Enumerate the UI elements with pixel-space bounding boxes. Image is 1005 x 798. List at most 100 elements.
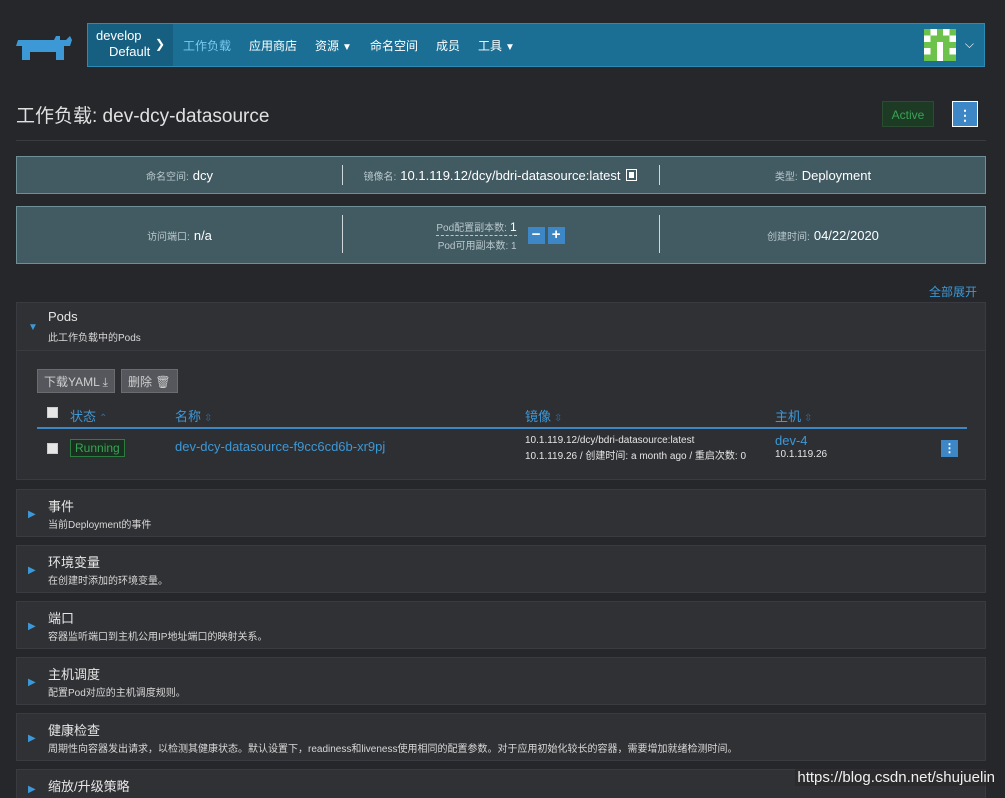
configured-replicas-value: 1 (509, 219, 517, 234)
namespace-label: 命名空间: (145, 171, 189, 183)
column-header-status[interactable]: 状态 ⌃ (70, 406, 107, 425)
nav-item-label: 成员 (435, 38, 460, 53)
health-check-section[interactable]: ▶ 健康检查 周期性向容器发出请求，以检测其健康状态。默认设置下，readine… (16, 713, 986, 761)
cluster-project-selector[interactable]: develop Default ❯ (88, 24, 173, 66)
created-label: 创建时间: (767, 231, 810, 243)
column-label: 状态 (70, 409, 97, 424)
caret-right-icon: ▶ (28, 733, 36, 744)
caret-right-icon: ▶ (28, 621, 36, 632)
available-replicas: Pod可用副本数: 1 (437, 240, 517, 252)
configured-replicas: Pod配置副本数: 1 (436, 219, 517, 236)
namespace-info: 命名空间: dcy (17, 157, 342, 193)
created-info: 创建时间: 04/22/2020 (659, 207, 987, 263)
type-info: 类型: Deployment (659, 157, 987, 193)
nav-item-label: 工具 (477, 38, 502, 53)
page-title: 工作负载: dev-dcy-datasource (16, 106, 270, 127)
pod-image: 10.1.119.12/dcy/bdri-datasource:latest (525, 435, 695, 446)
section-title: 缩放/升级策略 (48, 779, 130, 794)
column-header-name[interactable]: 名称 ⇳ (175, 406, 212, 425)
table-row: Running dev-dcy-datasource-f9cc6cd6b-xr9… (37, 431, 967, 467)
port-value: n/a (193, 227, 212, 243)
host-link[interactable]: dev-4 (775, 433, 808, 448)
image-info: 镜像名: 10.1.119.12/dcy/bdri-datasource:lat… (342, 157, 659, 193)
expand-all-link[interactable]: 全部展开 (929, 283, 977, 300)
pods-section-header[interactable]: ▼ Pods 此工作负载中的Pods (17, 303, 985, 351)
caret-right-icon: ▶ (28, 509, 36, 520)
port-label: 访问端口: (147, 231, 190, 243)
nav-item-resources[interactable]: 资源 ▼ (315, 37, 352, 54)
host-ip: 10.1.119.26 (775, 449, 828, 460)
namespace-value: dcy (192, 167, 213, 183)
pod-scale-info: Pod配置副本数: 1 Pod可用副本数: 1 − + (342, 207, 659, 263)
caret-right-icon: ▶ (28, 677, 36, 688)
row-actions-button[interactable]: ⋮ (941, 440, 958, 457)
events-section[interactable]: ▶ 事件 当前Deployment的事件 (16, 489, 986, 537)
nav-item-workloads[interactable]: 工作负载 (183, 37, 231, 54)
rancher-logo-icon[interactable] (16, 34, 72, 60)
chevron-down-icon: ▼ (342, 41, 352, 53)
section-title: Pods (48, 309, 78, 324)
nav-item-namespaces[interactable]: 命名空间 (370, 37, 418, 54)
ports-section[interactable]: ▶ 端口 容器监听端口到主机公用IP地址端口的映射关系。 (16, 601, 986, 649)
column-label: 镜像 (525, 409, 552, 424)
user-avatar[interactable] (924, 29, 956, 61)
section-subtitle: 此工作负载中的Pods (48, 333, 141, 344)
nav-item-catalog[interactable]: 应用商店 (249, 37, 297, 54)
nav-item-label: 资源 (315, 38, 340, 53)
column-header-image[interactable]: 镜像 ⇳ (525, 406, 562, 425)
type-label: 类型: (774, 171, 798, 183)
image-label: 镜像名: (363, 171, 397, 183)
sort-icon: ⇳ (804, 413, 813, 424)
main-nav: develop Default ❯ 工作负载 应用商店 资源 ▼ 命名空间 成员 … (87, 23, 985, 67)
row-checkbox[interactable] (47, 443, 58, 454)
created-value: 04/22/2020 (813, 227, 879, 243)
section-title: 事件 (48, 499, 75, 514)
env-vars-section[interactable]: ▶ 环境变量 在创建时添加的环境变量。 (16, 545, 986, 593)
scale-down-button[interactable]: − (527, 226, 545, 244)
watermark: https://blog.csdn.net/shujuelin (795, 769, 997, 786)
nav-item-label: 应用商店 (249, 38, 298, 53)
copy-icon[interactable] (626, 169, 638, 181)
nav-items: 工作负载 应用商店 资源 ▼ 命名空间 成员 工具 ▼ (183, 24, 533, 66)
nav-item-tools[interactable]: 工具 ▼ (478, 37, 515, 54)
pod-name-link[interactable]: dev-dcy-datasource-f9cc6cd6b-xr9pj (175, 439, 385, 454)
chevron-down-icon: ❯ (154, 37, 165, 51)
workload-scale-bar: 访问端口: n/a Pod配置副本数: 1 Pod可用副本数: 1 − + 创建时… (16, 206, 986, 264)
scale-up-button[interactable]: + (547, 226, 565, 244)
top-bar: develop Default ❯ 工作负载 应用商店 资源 ▼ 命名空间 成员 … (0, 0, 1005, 88)
section-subtitle: 在创建时添加的环境变量。 (48, 576, 168, 587)
configured-replicas-label: Pod配置副本数: (436, 222, 507, 234)
workload-info-bar: 命名空间: dcy 镜像名: 10.1.119.12/dcy/bdri-data… (16, 156, 986, 194)
section-subtitle: 周期性向容器发出请求，以检测其健康状态。默认设置下，readiness和live… (48, 744, 738, 755)
section-title: 环境变量 (48, 555, 101, 570)
divider (16, 140, 986, 141)
nav-item-members[interactable]: 成员 (436, 37, 460, 54)
pod-details: 10.1.119.26 / 创建时间: a month ago / 重启次数: … (525, 451, 747, 462)
column-label: 名称 (175, 409, 202, 424)
download-yaml-button[interactable]: 下载YAML ⤓ (37, 369, 115, 393)
section-title: 端口 (48, 611, 75, 626)
status-badge: Running (70, 439, 125, 457)
workload-actions-button[interactable]: ⋮ (952, 101, 978, 127)
column-label: 主机 (775, 409, 802, 424)
column-header-host[interactable]: 主机 ⇳ (775, 406, 812, 425)
section-title: 主机调度 (48, 667, 101, 682)
section-subtitle: 当前Deployment的事件 (48, 520, 152, 531)
scheduling-section[interactable]: ▶ 主机调度 配置Pod对应的主机调度规则。 (16, 657, 986, 705)
section-subtitle: 配置Pod对应的主机调度规则。 (48, 688, 186, 699)
delete-button[interactable]: 删除 🗑 (120, 369, 178, 393)
nav-item-label: 工作负载 (183, 38, 232, 53)
image-value: 10.1.119.12/dcy/bdri-datasource:latest (400, 167, 621, 183)
chevron-down-icon: ▼ (505, 41, 515, 53)
section-subtitle: 容器监听端口到主机公用IP地址端口的映射关系。 (48, 632, 268, 643)
port-info: 访问端口: n/a (17, 207, 342, 263)
nav-item-label: 命名空间 (369, 38, 418, 53)
caret-down-icon: ▼ (28, 322, 38, 333)
pods-section: ▼ Pods 此工作负载中的Pods 下载YAML ⤓ 删除 🗑 状态 ⌃ 名称 ⇳… (16, 302, 986, 480)
section-title: 健康检查 (48, 723, 101, 738)
sort-icon: ⌃ (99, 413, 108, 424)
chevron-down-icon[interactable]: ⌵ (965, 37, 974, 52)
pods-table-header: 状态 ⌃ 名称 ⇳ 镜像 ⇳ 主机 ⇳ (37, 403, 967, 429)
select-all-checkbox[interactable] (47, 407, 58, 418)
caret-right-icon: ▶ (28, 784, 36, 795)
